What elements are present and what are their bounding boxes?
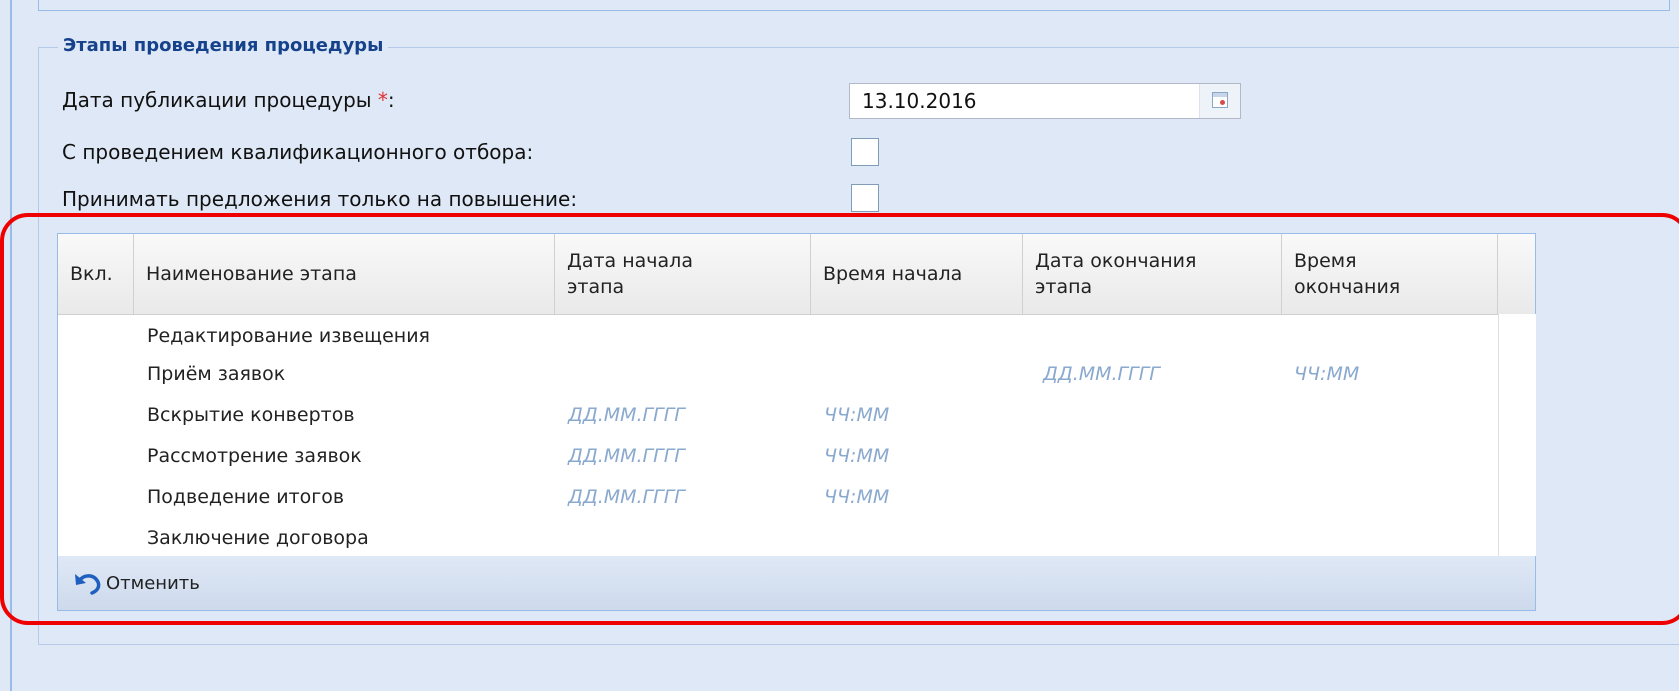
table-row[interactable]: Рассмотрение заявок ДД.ММ.ГГГГ ЧЧ:ММ — [58, 436, 1498, 476]
column-header-end-time[interactable]: Время окончания — [1282, 234, 1498, 314]
undo-icon — [75, 574, 101, 595]
publication-date-label-text: Дата публикации процедуры — [62, 88, 378, 112]
start-time-cell[interactable]: ЧЧ:ММ — [824, 436, 889, 476]
stages-grid: Вкл. Наименование этапа Дата начала этап… — [57, 233, 1536, 557]
cancel-button-label: Отменить — [106, 572, 200, 594]
required-mark: * — [377, 88, 388, 112]
grid-toolbar: Отменить — [57, 556, 1536, 611]
stage-name: Подведение итогов — [147, 486, 345, 508]
publication-date-label: Дата публикации процедуры *: — [62, 87, 395, 113]
column-header-start-date[interactable]: Дата начала этапа — [555, 234, 811, 314]
date-picker-button[interactable] — [1199, 84, 1240, 118]
stage-name: Рассмотрение заявок — [147, 445, 362, 467]
start-date-cell[interactable]: ДД.ММ.ГГГГ — [568, 395, 685, 435]
grid-header: Вкл. Наименование этапа Дата начала этап… — [58, 234, 1535, 315]
column-header-end-date[interactable]: Дата окончания этапа — [1023, 234, 1282, 314]
increase-only-checkbox[interactable] — [851, 184, 879, 212]
start-time-cell[interactable]: ЧЧ:ММ — [824, 477, 889, 517]
grid-scrollbar-gutter — [1498, 314, 1536, 556]
end-date-cell[interactable]: ДД.ММ.ГГГГ — [1043, 354, 1160, 394]
cancel-button[interactable]: Отменить — [68, 566, 204, 600]
start-date-cell[interactable]: ДД.ММ.ГГГГ — [568, 477, 685, 517]
start-date-cell[interactable]: ДД.ММ.ГГГГ — [568, 436, 685, 476]
left-panel-rule — [10, 0, 12, 691]
stage-name: Вскрытие конвертов — [147, 404, 355, 426]
column-header-start-time[interactable]: Время начала — [811, 234, 1023, 314]
publication-date-input[interactable] — [850, 84, 1212, 118]
section-legend: Этапы проведения процедуры — [58, 32, 389, 60]
label-colon: : — [387, 88, 395, 112]
qualification-label: С проведением квалификационного отбора: — [62, 140, 534, 164]
column-header-scroll-spacer — [1498, 234, 1535, 314]
column-header-enabled[interactable]: Вкл. — [58, 234, 134, 314]
stage-name: Приём заявок — [147, 363, 286, 385]
stage-name: Редактирование извещения — [147, 325, 430, 347]
table-row[interactable]: Редактирование извещения — [58, 316, 1498, 356]
upper-panel-edge — [38, 0, 1670, 11]
table-row[interactable]: Подведение итогов ДД.ММ.ГГГГ ЧЧ:ММ — [58, 477, 1498, 517]
qualification-checkbox[interactable] — [851, 138, 879, 166]
start-time-cell[interactable]: ЧЧ:ММ — [824, 395, 889, 435]
increase-only-label: Принимать предложения только на повышени… — [62, 187, 578, 211]
calendar-icon — [1212, 92, 1228, 108]
table-row[interactable]: Заключение договора — [58, 518, 1498, 558]
stage-name: Заключение договора — [147, 527, 369, 549]
table-row[interactable]: Приём заявок ДД.ММ.ГГГГ ЧЧ:ММ — [58, 354, 1498, 394]
column-header-stage-name[interactable]: Наименование этапа — [134, 234, 555, 314]
publication-date-field — [849, 83, 1241, 119]
end-time-cell[interactable]: ЧЧ:ММ — [1294, 354, 1359, 394]
table-row[interactable]: Вскрытие конвертов ДД.ММ.ГГГГ ЧЧ:ММ — [58, 395, 1498, 435]
